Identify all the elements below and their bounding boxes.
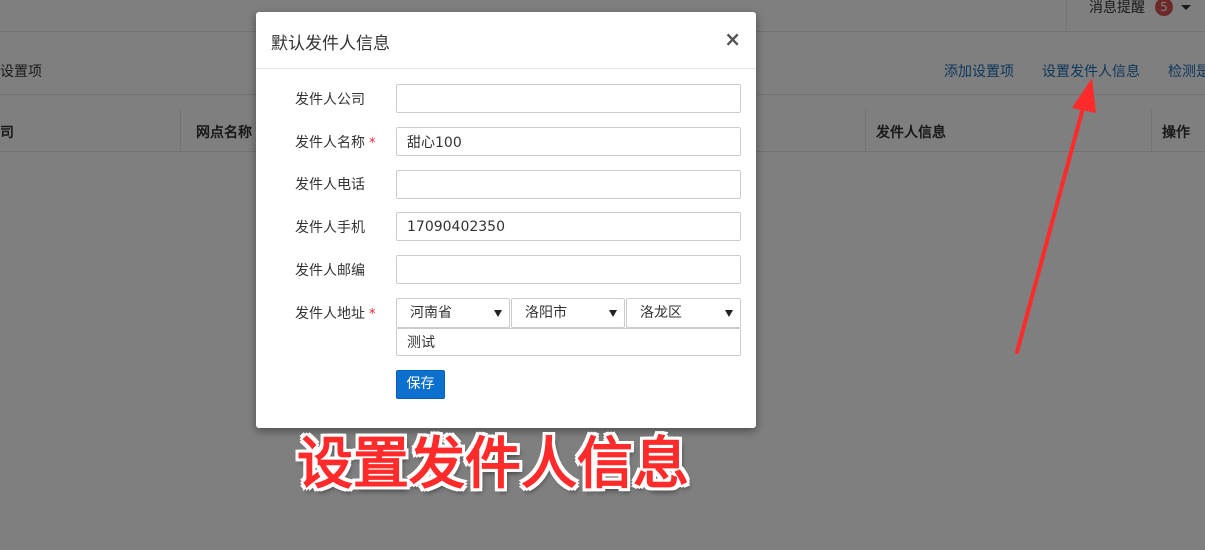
sender-info-dialog: 默认发件人信息 × 发件人公司 发件人名称 * 发件人电话 发件人手机 发件人邮编… <box>256 12 756 428</box>
district-selected-value: 洛龙区 <box>640 305 682 321</box>
sender-zipcode-input[interactable] <box>396 255 741 284</box>
caret-down-icon <box>609 310 617 317</box>
caret-down-icon <box>494 310 502 317</box>
province-selected-value: 河南省 <box>410 305 452 321</box>
sender-company-input[interactable] <box>396 84 741 113</box>
sender-name-label-text: 发件人名称 <box>295 135 365 151</box>
dialog-title: 默认发件人信息 <box>271 34 390 54</box>
sender-name-input[interactable] <box>396 127 741 156</box>
required-mark: * <box>369 307 376 322</box>
annotation-caption: 设置发件人信息 <box>297 432 689 497</box>
city-selected-value: 洛阳市 <box>525 305 567 321</box>
city-select[interactable]: 洛阳市 <box>511 298 625 328</box>
sender-address-label-text: 发件人地址 <box>295 306 365 322</box>
sender-mobile-input[interactable] <box>396 212 741 241</box>
caret-down-icon <box>725 310 733 317</box>
address-detail-input[interactable] <box>396 328 741 356</box>
sender-company-label: 发件人公司 <box>295 92 365 108</box>
dialog-header: 默认发件人信息 × <box>256 12 756 69</box>
sender-phone-label: 发件人电话 <box>295 177 365 193</box>
sender-phone-input[interactable] <box>396 170 741 199</box>
sender-name-label: 发件人名称 * <box>295 132 376 152</box>
sender-address-label: 发件人地址 * <box>295 303 376 323</box>
required-mark: * <box>369 136 376 151</box>
province-select[interactable]: 河南省 <box>396 298 510 328</box>
save-button[interactable]: 保存 <box>396 370 445 399</box>
sender-zipcode-label: 发件人邮编 <box>295 263 365 279</box>
sender-mobile-label: 发件人手机 <box>295 220 365 236</box>
close-icon[interactable]: × <box>724 27 741 51</box>
district-select[interactable]: 洛龙区 <box>626 298 741 328</box>
